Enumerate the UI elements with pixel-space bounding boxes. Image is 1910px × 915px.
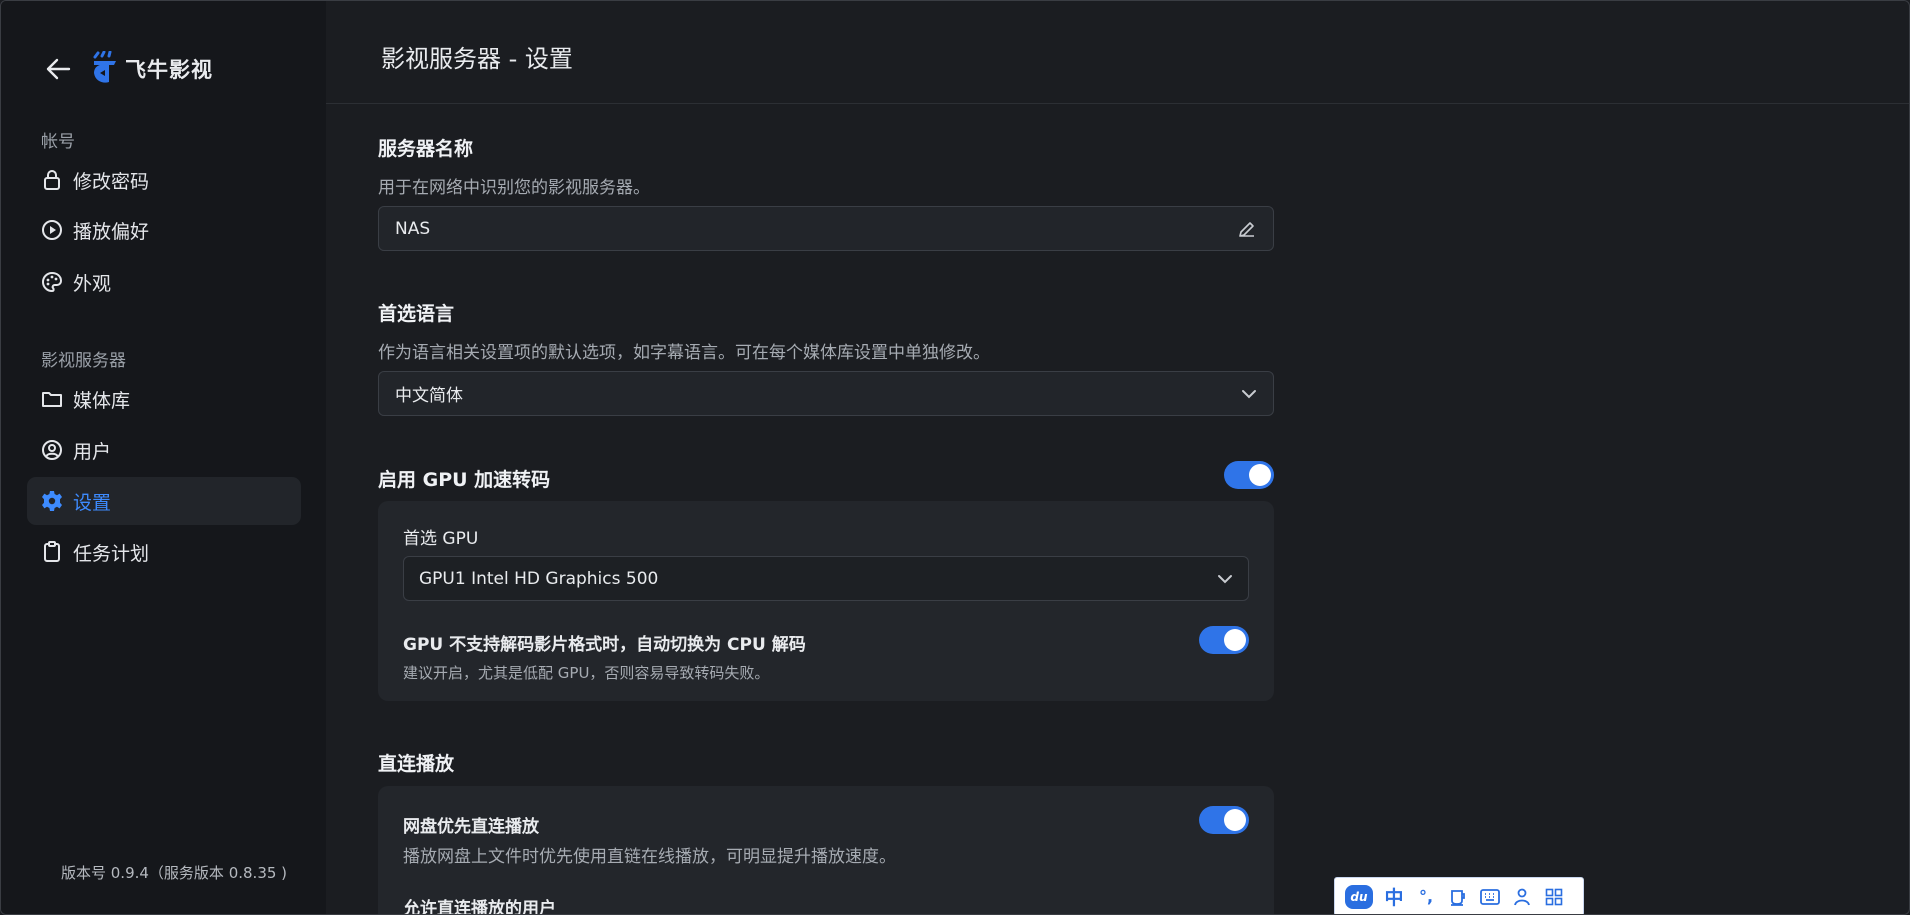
cloud-direct-play-label: 网盘优先直连播放 bbox=[403, 817, 539, 837]
ime-mode-toggle[interactable]: 中 bbox=[1383, 886, 1405, 909]
toggle-knob bbox=[1224, 809, 1246, 831]
chevron-down-icon bbox=[1241, 389, 1257, 399]
brand-bar: 飞牛影视 bbox=[41, 49, 213, 89]
sidebar-item-playback-preference[interactable]: 播放偏好 bbox=[27, 206, 301, 254]
sidebar-item-label: 设置 bbox=[73, 491, 112, 514]
chevron-down-icon bbox=[1217, 574, 1233, 584]
server-name-label: 服务器名称 bbox=[378, 138, 474, 160]
preferred-gpu-label: 首选 GPU bbox=[403, 529, 479, 549]
gear-icon bbox=[41, 490, 63, 512]
sidebar-item-settings[interactable]: 设置 bbox=[27, 477, 301, 525]
brand-name: 飞牛影视 bbox=[125, 58, 213, 82]
sidebar-item-label: 用户 bbox=[73, 440, 112, 463]
sidebar-item-label: 修改密码 bbox=[73, 170, 150, 193]
toggle-knob bbox=[1224, 629, 1246, 651]
folder-icon bbox=[41, 388, 63, 410]
grid-menu-icon[interactable] bbox=[1543, 886, 1565, 908]
sidebar-item-label: 媒体库 bbox=[73, 389, 131, 412]
preferred-gpu-value: GPU1 Intel HD Graphics 500 bbox=[419, 568, 659, 589]
allowed-users-label: 允许直连播放的用户 bbox=[403, 899, 556, 915]
skin-icon[interactable] bbox=[1447, 886, 1469, 908]
palette-icon bbox=[41, 271, 63, 293]
language-value: 中文简体 bbox=[395, 386, 463, 406]
page-title: 影视服务器 - 设置 bbox=[381, 45, 573, 73]
fnos-logo-icon bbox=[89, 50, 121, 87]
server-name-desc: 用于在网络中识别您的影视服务器。 bbox=[378, 178, 650, 198]
section-title-server: 影视服务器 bbox=[41, 351, 126, 371]
sidebar-item-media-library[interactable]: 媒体库 bbox=[27, 375, 301, 423]
clipboard-icon bbox=[41, 541, 63, 563]
user-circle-icon bbox=[41, 439, 63, 461]
preferred-gpu-select[interactable]: GPU1 Intel HD Graphics 500 bbox=[403, 556, 1249, 601]
edit-pencil-icon[interactable] bbox=[1237, 219, 1257, 239]
cpu-fallback-desc: 建议开启，尤其是低配 GPU，否则容易导致转码失败。 bbox=[403, 664, 770, 682]
cloud-direct-play-toggle[interactable] bbox=[1199, 806, 1249, 834]
sidebar-item-label: 外观 bbox=[73, 272, 112, 295]
sidebar-item-users[interactable]: 用户 bbox=[27, 426, 301, 474]
server-name-field[interactable]: NAS bbox=[378, 206, 1274, 251]
cpu-fallback-label: GPU 不支持解码影片格式时，自动切换为 CPU 解码 bbox=[403, 635, 806, 655]
gpu-transcode-toggle[interactable] bbox=[1224, 461, 1274, 489]
sidebar-item-label: 播放偏好 bbox=[73, 220, 150, 243]
play-circle-icon bbox=[41, 219, 63, 241]
direct-play-label: 直连播放 bbox=[378, 753, 455, 775]
language-label: 首选语言 bbox=[378, 303, 455, 325]
keyboard-icon[interactable] bbox=[1479, 886, 1501, 908]
sidebar: 飞牛影视 帐号 修改密码 播放偏好 外观 影视服务器 媒体库 用户 设置 任务计… bbox=[1, 1, 326, 914]
toggle-knob bbox=[1249, 464, 1271, 486]
baidu-ime-logo[interactable]: du bbox=[1345, 884, 1373, 909]
cpu-fallback-toggle[interactable] bbox=[1199, 626, 1249, 654]
gpu-transcode-label: 启用 GPU 加速转码 bbox=[378, 469, 551, 491]
sidebar-item-scheduled-tasks[interactable]: 任务计划 bbox=[27, 528, 301, 576]
app-window: 飞牛影视 帐号 修改密码 播放偏好 外观 影视服务器 媒体库 用户 设置 任务计… bbox=[0, 0, 1910, 915]
sidebar-item-change-password[interactable]: 修改密码 bbox=[27, 156, 301, 204]
language-select[interactable]: 中文简体 bbox=[378, 371, 1274, 416]
version-info: 版本号 0.9.4（服务版本 0.8.35 ) bbox=[61, 864, 288, 882]
server-name-value: NAS bbox=[395, 218, 431, 239]
section-title-account: 帐号 bbox=[41, 132, 75, 152]
gpu-options-card: 首选 GPU GPU1 Intel HD Graphics 500 GPU 不支… bbox=[378, 501, 1274, 701]
direct-play-card: 网盘优先直连播放 播放网盘上文件时优先使用直链在线播放，可明显提升播放速度。 允… bbox=[378, 786, 1274, 915]
cloud-direct-play-desc: 播放网盘上文件时优先使用直链在线播放，可明显提升播放速度。 bbox=[403, 847, 896, 867]
page-header: 影视服务器 - 设置 bbox=[326, 1, 1909, 104]
ime-punctuation-toggle[interactable]: °, bbox=[1415, 886, 1437, 908]
ime-toolbar: du 中 °, bbox=[1334, 877, 1584, 914]
sidebar-item-appearance[interactable]: 外观 bbox=[27, 258, 301, 306]
lock-icon bbox=[41, 169, 63, 191]
back-arrow-icon[interactable] bbox=[41, 52, 75, 86]
user-account-icon[interactable] bbox=[1511, 886, 1533, 908]
language-desc: 作为语言相关设置项的默认选项，如字幕语言。可在每个媒体库设置中单独修改。 bbox=[378, 343, 990, 363]
sidebar-item-label: 任务计划 bbox=[73, 542, 150, 565]
